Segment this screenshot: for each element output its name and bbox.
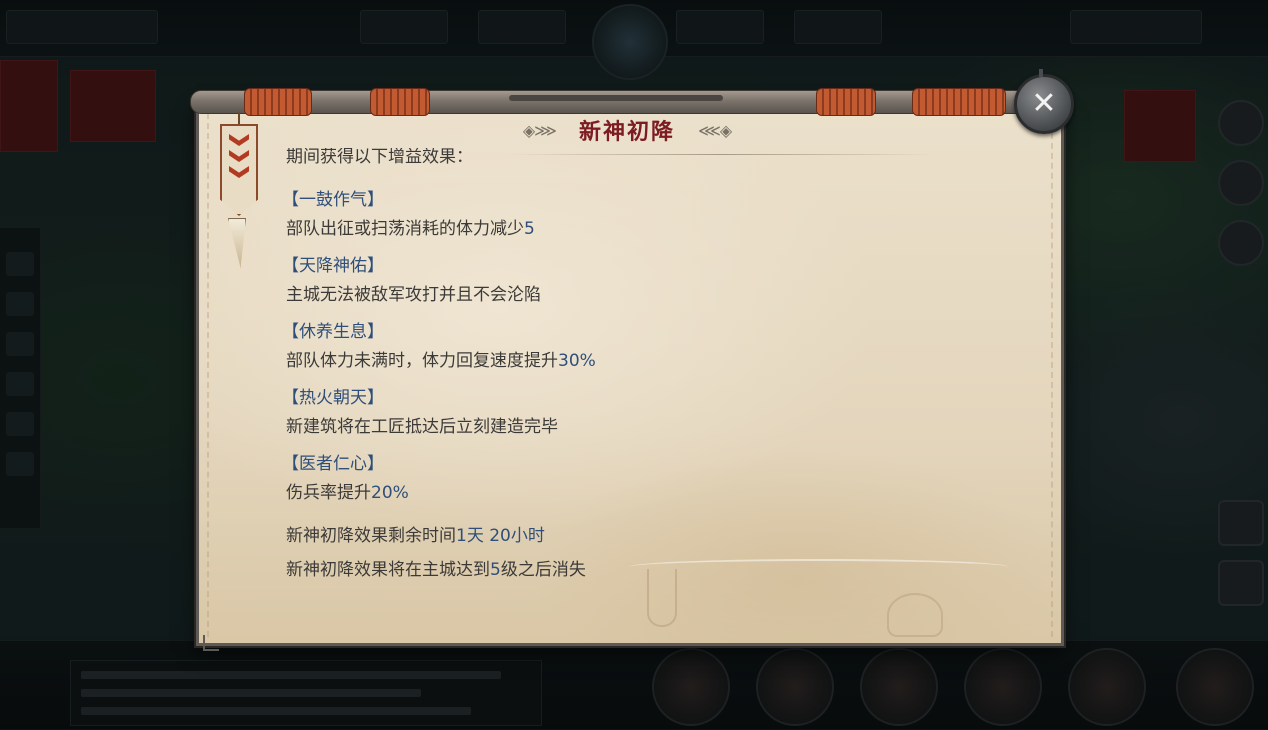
close-icon: ✕ [1031,86,1057,121]
buff-list-scroll[interactable]: 期间获得以下增益效果： 【一鼓作气】 部队出征或扫荡消耗的体力减少5 【天降神佑… [282,148,982,588]
buff-name: 【医者仁心】 [282,454,384,474]
buff-name: 【一鼓作气】 [282,190,384,210]
buff-item: 【热火朝天】 新建筑将在工匠抵达后立刻建造完毕 [282,384,982,442]
expire-level-value: 5 [490,560,501,580]
shell-sketch-decoration [887,593,943,637]
buff-desc-text: 部队出征或扫荡消耗的体力减少 [286,219,524,239]
buff-desc-text: 主城无法被敌军攻打并且不会沦陷 [286,285,541,305]
buff-desc-text: 部队体力未满时，体力回复速度提升 [286,351,558,371]
buff-description: 部队出征或扫荡消耗的体力减少5 [282,214,982,244]
buff-desc-value: 30% [558,351,596,371]
expire-text-post: 级之后消失 [500,560,586,580]
expire-text-pre: 新神初降效果将在主城达到 [286,560,490,580]
buff-item: 【一鼓作气】 部队出征或扫荡消耗的体力减少5 [282,186,982,244]
buff-dialog: ◈⋙ 新神初降 ⋘◈ ✕ 期间获得以下增益效果： 【一鼓作气】 部队出征或扫荡消… [190,69,1074,651]
remaining-time-text: 新神初降效果剩余时间1天 20小时 [286,522,545,550]
close-button[interactable]: ✕ [1014,69,1074,134]
buff-desc-text: 伤兵率提升 [286,483,371,503]
chevron-icon [229,166,249,178]
buff-desc-value: 5 [524,219,535,239]
intro-text: 期间获得以下增益效果： [286,148,473,167]
expire-condition-text: 新神初降效果将在主城达到5级之后消失 [286,556,586,584]
buff-item: 【医者仁心】 伤兵率提升20% [282,450,982,508]
buff-description: 主城无法被敌军攻打并且不会沦陷 [282,280,982,310]
dialog-title: 新神初降 [578,119,675,145]
buff-name: 【天降神佑】 [282,256,384,276]
buff-description: 部队体力未满时，体力回复速度提升30% [282,346,982,376]
remaining-time-value: 1天 20小时 [456,526,545,546]
title-ornament-left-icon: ◈⋙ [522,120,557,140]
title-ornament-right-icon: ⋘◈ [698,120,732,140]
rope-wrap-decoration [370,88,430,116]
wood-groove [509,95,723,101]
remaining-time-label: 新神初降效果剩余时间 [286,526,456,546]
buff-description: 伤兵率提升20% [282,478,982,508]
buff-description: 新建筑将在工匠抵达后立刻建造完毕 [282,412,982,442]
buff-desc-value: 20% [371,483,409,503]
chevron-icon [229,150,249,162]
buff-item: 【休养生息】 部队体力未满时，体力回复速度提升30% [282,318,982,376]
buff-desc-text: 新建筑将在工匠抵达后立刻建造完毕 [286,417,558,437]
rope-wrap-decoration [244,88,312,116]
buff-name: 【休养生息】 [282,322,384,342]
buff-name: 【热火朝天】 [282,388,384,408]
corner-decoration [203,635,219,651]
dialog-title-row: ◈⋙ 新神初降 ⋘◈ [196,114,1058,148]
rope-wrap-decoration [912,88,1006,116]
rope-wrap-decoration [816,88,876,116]
buff-item: 【天降神佑】 主城无法被敌军攻打并且不会沦陷 [282,252,982,310]
wooden-top-bar [190,90,1038,114]
